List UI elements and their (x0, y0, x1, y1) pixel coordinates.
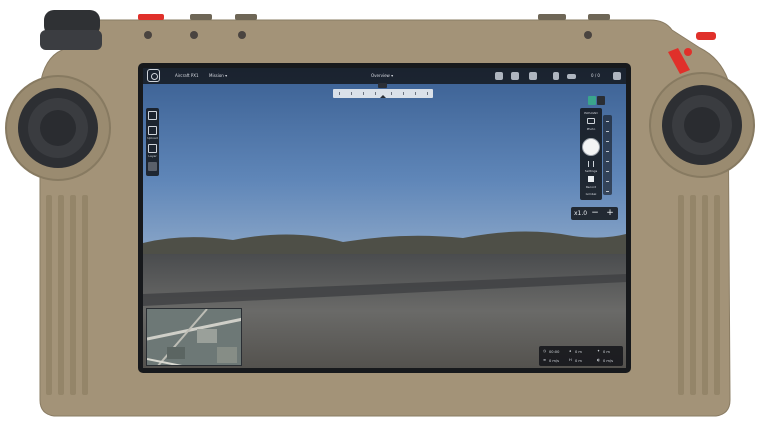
screen: Aircraft PX1 Mission ▾ Overview ▾ 0 / 0 (143, 68, 626, 368)
record-icon[interactable] (588, 176, 594, 182)
slider-tick (606, 141, 609, 142)
compass-tick (351, 92, 352, 95)
battery-icon (567, 74, 576, 79)
layer-label: Layer (148, 154, 157, 158)
camera-panel-title: PAYLOAD (584, 111, 598, 115)
flight-time-value: 00:00 (549, 350, 560, 354)
compass-tick (415, 92, 416, 95)
compass-tick (363, 92, 364, 95)
altitude-icon: ◂ (569, 349, 571, 353)
vspeed-icon: ◐ (597, 358, 601, 362)
speaker-icon[interactable] (613, 72, 621, 80)
height-value: 0 m (575, 359, 582, 363)
height-icon: H (569, 358, 572, 362)
signal-icon (553, 72, 559, 80)
minimap-satellite (147, 309, 241, 365)
view-selector[interactable]: Overview ▾ (371, 73, 393, 78)
more-icon[interactable] (148, 162, 157, 171)
slider-tick (606, 131, 609, 132)
compass-tick (339, 92, 340, 95)
vspeed-value: 0 m/s (603, 359, 614, 363)
slider-tick (606, 171, 609, 172)
zoom-in-button[interactable]: + (604, 208, 616, 219)
camera-aperture-icon[interactable] (147, 69, 160, 82)
route-icon[interactable] (148, 111, 157, 120)
heading-marker (378, 83, 387, 88)
slider-tick (606, 191, 609, 192)
upload-label: Upload (147, 136, 158, 140)
altitude-value: 0 m (575, 350, 582, 354)
compass-tick (403, 92, 404, 95)
photo-camera-icon[interactable] (587, 118, 595, 124)
zoom-control: x1.0 − + (571, 207, 618, 220)
camera-mode-inactive[interactable] (597, 96, 605, 105)
top-status-bar: Aircraft PX1 Mission ▾ Overview ▾ 0 / 0 (143, 68, 626, 84)
satellite-icon[interactable] (529, 72, 537, 80)
target-icon[interactable] (511, 72, 519, 80)
gimbal-slider[interactable] (603, 115, 612, 195)
compass-tape (333, 83, 433, 98)
telemetry-panel: ◷ 00:00 ◂ 0 m ✦ 0 m ≡ 0 m/s H 0 m ◐ 0 m/… (539, 346, 623, 366)
clock-icon: ◷ (543, 349, 547, 353)
heading-caret (380, 95, 386, 98)
settings-sliders-icon[interactable] (588, 161, 594, 167)
speed-icon: ≡ (543, 358, 547, 362)
shield-icon[interactable] (495, 72, 503, 80)
upload-icon[interactable] (148, 126, 157, 135)
aircraft-selector[interactable]: Aircraft PX1 (175, 73, 199, 78)
photo-label: Photo (586, 127, 596, 131)
compass-tick (375, 92, 376, 95)
speed-value: 0 m/s (549, 359, 560, 363)
record-label: Record (585, 185, 597, 189)
slider-tick (606, 121, 609, 122)
layers-icon[interactable] (148, 144, 157, 153)
mission-selector[interactable]: Mission ▾ (209, 73, 227, 78)
zoom-out-button[interactable]: − (589, 208, 601, 219)
zoom-level: x1.0 (574, 210, 588, 217)
ground-control-station: Aircraft PX1 Mission ▾ Overview ▾ 0 / 0 (0, 0, 760, 427)
settings-label: Settings (584, 169, 598, 173)
slider-tick (606, 161, 609, 162)
distance-icon: ✦ (597, 349, 601, 353)
left-toolbar: Upload Layer (146, 108, 159, 176)
gimbal-label: Gimbal (585, 192, 597, 196)
camera-mode-active[interactable] (588, 96, 596, 105)
camera-panel: PAYLOAD Photo Settings Record Gimbal (580, 108, 602, 200)
camera-mode-toggle (588, 96, 605, 105)
distance-value: 0 m (603, 350, 610, 354)
minimap[interactable] (146, 308, 242, 366)
status-value: 0 / 0 (591, 73, 600, 78)
slider-tick (606, 181, 609, 182)
shutter-button[interactable] (582, 138, 600, 156)
compass-tick (427, 92, 428, 95)
slider-tick (606, 151, 609, 152)
compass-tick (391, 92, 392, 95)
